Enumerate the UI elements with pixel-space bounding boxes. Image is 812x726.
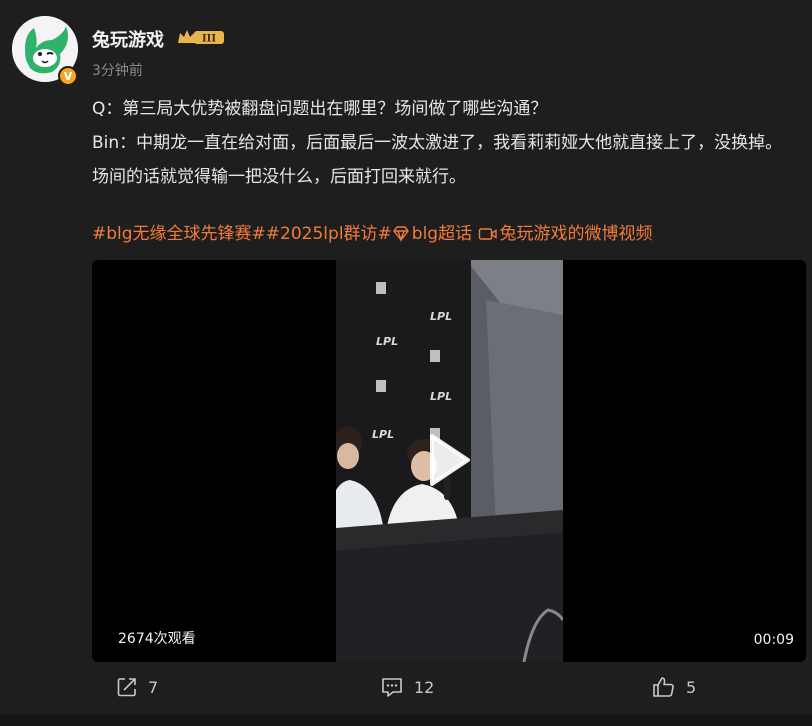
video-icon bbox=[478, 228, 497, 240]
verified-v-icon: V bbox=[58, 66, 78, 86]
super-topic-link[interactable]: blg超话 bbox=[392, 224, 472, 244]
lpl-logo-text: LPL bbox=[372, 428, 394, 441]
video-duration: 00:09 bbox=[753, 632, 794, 648]
thumbs-up-icon bbox=[653, 677, 674, 697]
post-question: Q：第三局大优势被翻盘问题出在哪里？场间做了哪些沟通？ bbox=[92, 99, 548, 119]
lpl-logo-text: LPL bbox=[430, 310, 452, 323]
topic-tag-lpl[interactable]: #2025lpl群访# bbox=[266, 224, 392, 244]
post-text: Q：第三局大优势被翻盘问题出在哪里？场间做了哪些沟通？ Bin：中期龙一直在给对… bbox=[92, 92, 792, 194]
video-source-label: 兔玩游戏的微博视频 bbox=[499, 224, 653, 244]
view-count: 2674次观看 bbox=[118, 631, 196, 647]
video-player[interactable]: LPL LPL LPL LPL 2674次观看 00:09 bbox=[92, 260, 806, 662]
bottom-divider bbox=[0, 714, 812, 726]
comment-count: 12 bbox=[414, 677, 435, 697]
like-count: 5 bbox=[686, 677, 697, 697]
like-button[interactable]: 5 bbox=[652, 676, 696, 698]
weibo-post-card: V 兔玩游戏 III 3分钟前 Q：第三局大优势被翻盘问题出在哪里？场间做了哪些… bbox=[0, 0, 812, 726]
lpl-logo-text: LPL bbox=[430, 390, 452, 403]
super-topic-label: blg超话 bbox=[411, 224, 473, 244]
diamond-icon bbox=[392, 226, 409, 242]
lpl-logo-text: LPL bbox=[376, 335, 398, 348]
username[interactable]: 兔玩游戏 bbox=[92, 26, 164, 52]
share-count: 7 bbox=[148, 677, 159, 697]
crown-level-badge-icon[interactable]: III bbox=[176, 27, 226, 47]
level-badge-text: III bbox=[202, 34, 216, 45]
share-icon bbox=[117, 678, 136, 697]
topic-tag-blg[interactable]: #blg无缘全球先锋赛# bbox=[92, 224, 266, 244]
share-button[interactable]: 7 bbox=[116, 676, 158, 698]
comment-button[interactable]: 12 bbox=[380, 676, 434, 698]
post-answer: Bin：中期龙一直在给对面，后面最后一波太激进了，我看莉莉娅大他就直接上了，没换… bbox=[92, 133, 783, 187]
play-icon[interactable] bbox=[428, 432, 472, 488]
video-source-link[interactable]: 兔玩游戏的微博视频 bbox=[478, 224, 653, 244]
timestamp[interactable]: 3分钟前 bbox=[92, 60, 143, 80]
topic-tags: #blg无缘全球先锋赛##2025lpl群访# blg超话 兔玩游戏的微博视频 bbox=[92, 220, 653, 248]
comment-icon bbox=[382, 678, 402, 697]
action-bar: 7 12 5 bbox=[0, 668, 812, 708]
